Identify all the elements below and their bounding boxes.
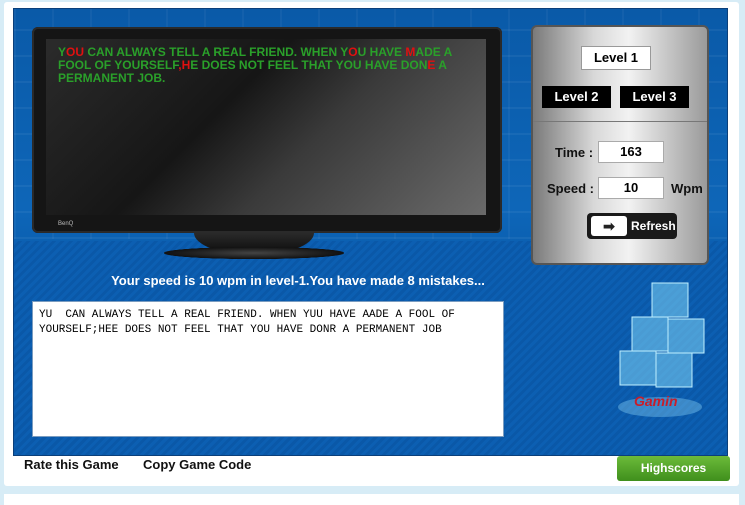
correct-text: Y <box>58 45 67 59</box>
mistake-highlight: M <box>405 45 416 59</box>
mistake-highlight: OU <box>66 45 85 59</box>
control-panel: Level 1 Level 2 Level 3 Time : 163 Speed… <box>531 25 709 265</box>
level-2-button[interactable]: Level 2 <box>542 86 611 108</box>
speed-value: 10 <box>598 177 664 199</box>
bottom-panel <box>4 494 739 505</box>
level-3-button[interactable]: Level 3 <box>620 86 689 108</box>
monitor-brand: BenQ <box>58 221 74 227</box>
status-message: Your speed is 10 wpm in level-1.You have… <box>111 273 485 288</box>
mistake-highlight: O <box>348 45 358 59</box>
speed-label: Speed : <box>547 181 594 196</box>
rate-game-link[interactable]: Rate this Game <box>24 457 119 472</box>
time-value: 163 <box>598 141 664 163</box>
panel-divider <box>533 121 707 122</box>
speed-unit: Wpm <box>671 181 703 196</box>
target-sentence: YOU CAN ALWAYS TELL A REAL FRIEND. WHEN … <box>58 46 468 85</box>
gamin-logo: Gamin <box>634 393 678 409</box>
correct-text: CAN ALWAYS TELL A REAL FRIEND. WHEN Y <box>84 45 349 59</box>
typing-box: YU CAN ALWAYS TELL A REAL FRIEND. WHEN Y… <box>32 301 504 437</box>
correct-text: E DOES NOT FEEL THAT YOU HAVE DON <box>190 58 428 72</box>
arrow-right-icon: ➡ <box>591 216 627 236</box>
time-label: Time : <box>555 145 594 160</box>
correct-text: U HAVE <box>357 45 406 59</box>
typing-input[interactable]: YU CAN ALWAYS TELL A REAL FRIEND. WHEN Y… <box>35 304 501 436</box>
copy-game-code-link[interactable]: Copy Game Code <box>143 457 251 472</box>
monitor-stand-base <box>164 247 344 259</box>
highscores-button[interactable]: Highscores <box>617 456 730 481</box>
level-1-button[interactable]: Level 1 <box>581 46 651 70</box>
refresh-label: Refresh <box>631 219 676 233</box>
mistake-highlight: ,H <box>178 58 191 72</box>
refresh-button[interactable]: ➡ Refresh <box>587 213 677 239</box>
typing-game-area: BenQ YOU CAN ALWAYS TELL A REAL FRIEND. … <box>13 8 728 456</box>
